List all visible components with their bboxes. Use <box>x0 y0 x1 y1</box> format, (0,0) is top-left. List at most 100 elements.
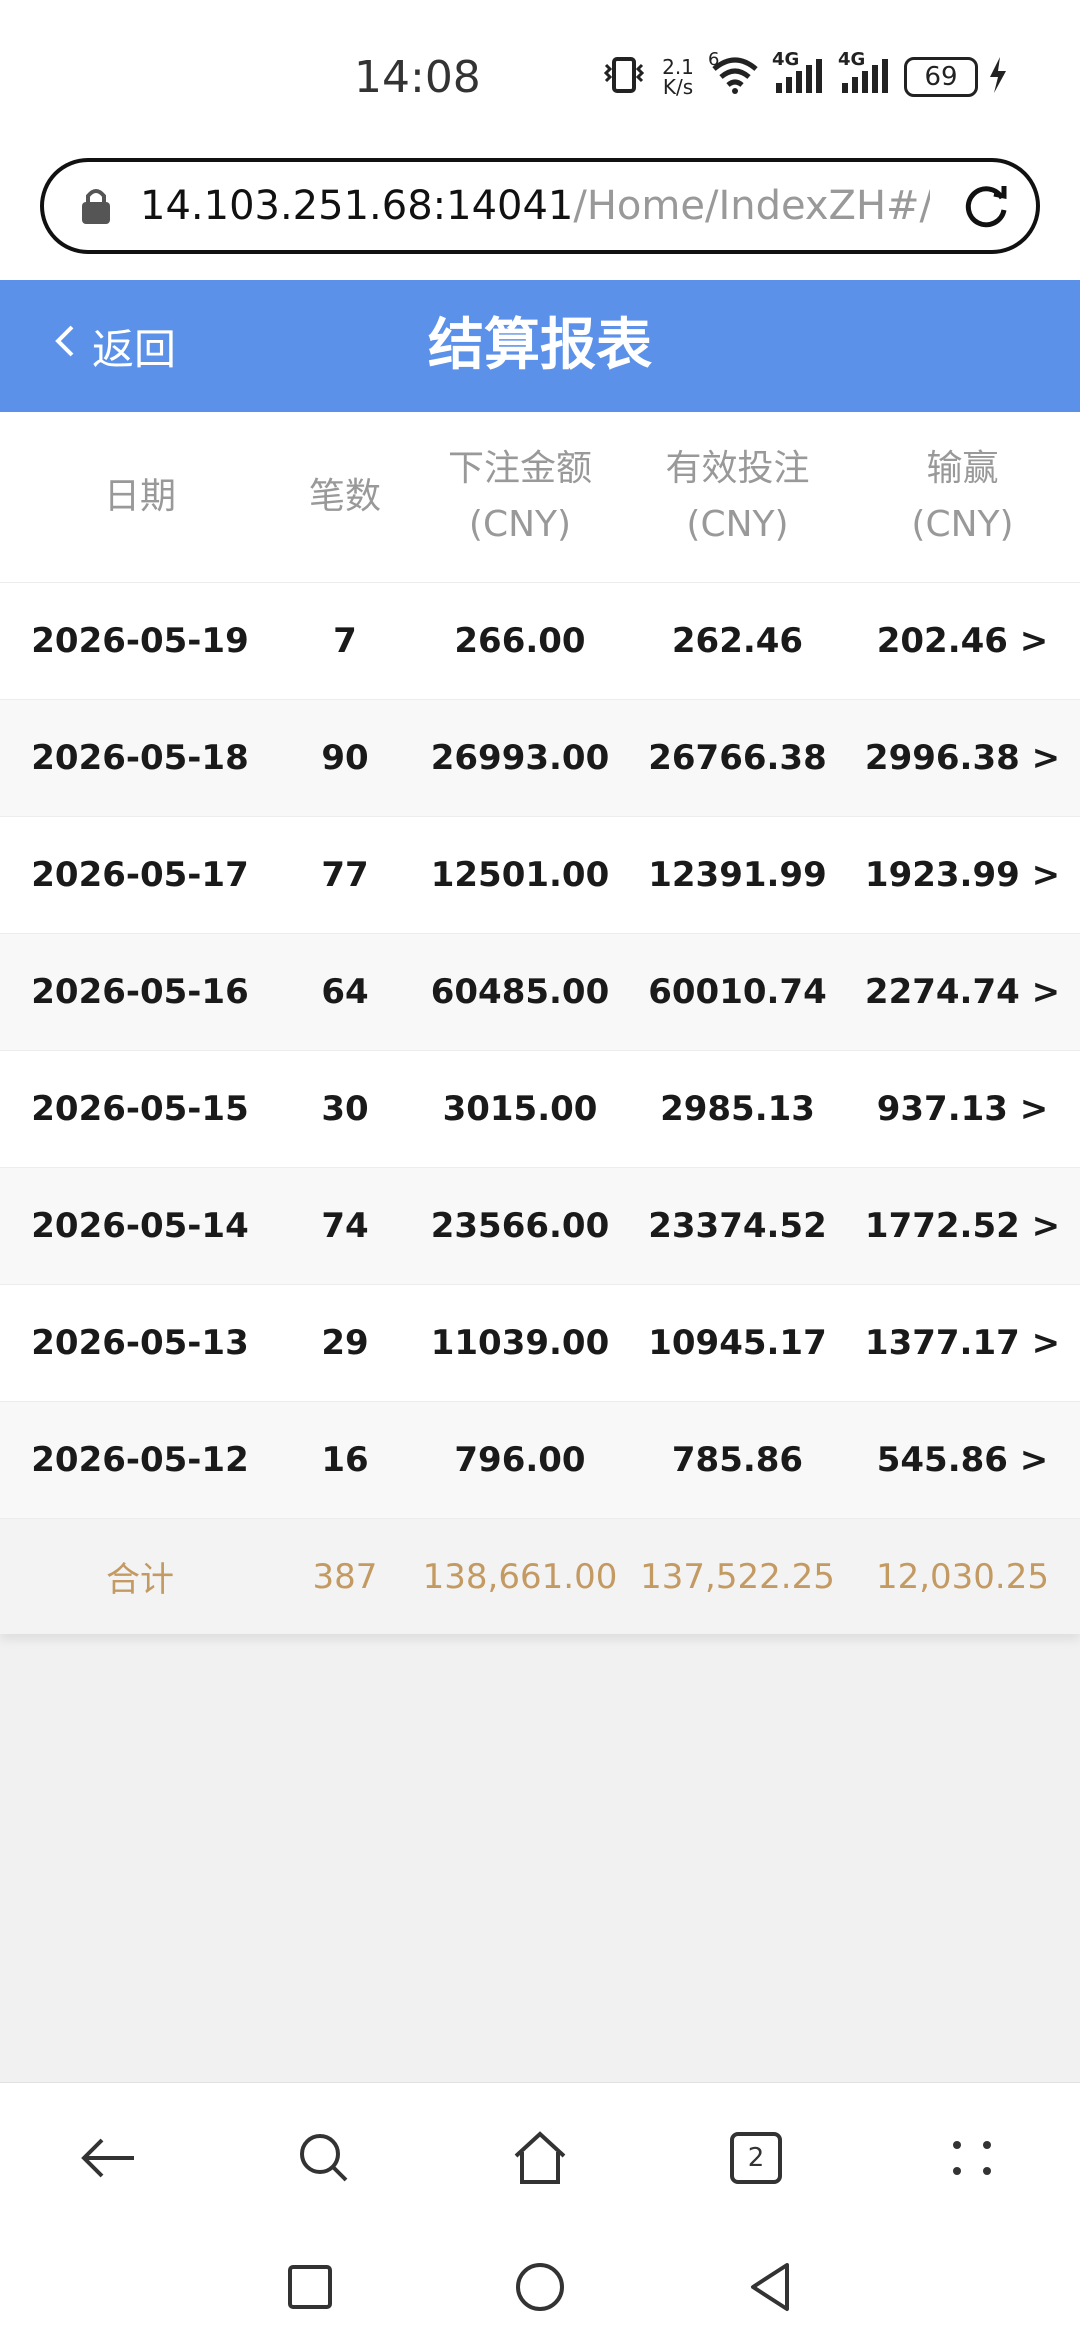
browser-nav-bar: 2 <box>0 2083 1080 2233</box>
cell-date: 2026-05-15 <box>31 1089 249 1129</box>
cell-win-loss: 2996.38 > <box>864 738 1061 778</box>
cell-win-loss: 1923.99 > <box>864 855 1061 895</box>
cell-date: 2026-05-18 <box>31 738 249 778</box>
cell-win-loss: 937.13 > <box>876 1089 1049 1129</box>
menu-button[interactable] <box>932 2118 1012 2198</box>
browser-back-button[interactable] <box>68 2118 148 2198</box>
wifi-icon: 6 <box>708 49 762 99</box>
column-unit: (CNY) <box>911 504 1014 545</box>
net-speed-unit: K/s <box>662 75 694 99</box>
cell-win-loss: 1377.17 > <box>864 1323 1061 1363</box>
cell-valid-bet: 60010.74 <box>648 972 827 1012</box>
home-icon <box>514 2131 566 2184</box>
triangle-back-icon <box>751 2263 789 2311</box>
cell-win-loss: 2274.74 > <box>864 972 1061 1012</box>
recents-button[interactable] <box>280 2257 340 2317</box>
column-unit: (CNY) <box>468 504 572 545</box>
cell-bet: 11039.00 <box>430 1323 610 1363</box>
cell-valid-bet: 262.46 <box>671 621 804 661</box>
wifi-badge: 6 <box>708 49 720 70</box>
battery-indicator: 69 <box>904 57 978 97</box>
column-label: 有效投注 <box>665 448 810 489</box>
home-button[interactable] <box>500 2118 580 2198</box>
url-path: /Home/IndexZH#/sett <box>573 183 930 229</box>
status-time: 14:08 <box>354 52 481 103</box>
table-row[interactable]: 2026-05-14 74 23566.00 23374.52 1772.52 … <box>0 1168 1080 1285</box>
system-back-button[interactable] <box>740 2257 800 2317</box>
cell-count: 74 <box>321 1206 369 1246</box>
cell-count: 16 <box>321 1440 369 1480</box>
square-icon <box>288 2265 332 2309</box>
cell-date: 2026-05-16 <box>31 972 249 1012</box>
table-row[interactable]: 2026-05-17 77 12501.00 12391.99 1923.99 … <box>0 817 1080 934</box>
cell-count: 90 <box>321 738 369 778</box>
table-row[interactable]: 2026-05-15 30 3015.00 2985.13 937.13 > <box>0 1051 1080 1168</box>
circle-icon <box>516 2263 564 2311</box>
charging-icon <box>988 55 1008 99</box>
table-row[interactable]: 2026-05-18 90 26993.00 26766.38 2996.38 … <box>0 700 1080 817</box>
cell-count: 7 <box>333 621 357 661</box>
cell-bet: 26993.00 <box>430 738 610 778</box>
cell-count: 77 <box>321 855 369 895</box>
arrow-left-icon <box>81 2138 134 2178</box>
signal-icon-2: 4G <box>838 49 894 99</box>
cell-bet: 23566.00 <box>430 1206 610 1246</box>
system-home-button[interactable] <box>510 2257 570 2317</box>
signal-label: 4G <box>772 49 800 70</box>
cell-valid-bet: 23374.52 <box>648 1206 827 1246</box>
cell-win-loss: 202.46 > <box>876 621 1049 661</box>
signal-icon: 4G <box>772 49 828 99</box>
column-label: 笔数 <box>308 476 381 517</box>
cell-date: 2026-05-13 <box>31 1323 249 1363</box>
lock-icon <box>78 186 114 226</box>
cell-valid-bet: 26766.38 <box>648 738 827 778</box>
status-icons: 2.1 K/s 6 4G 4G 69 <box>600 49 1008 102</box>
cell-bet: 3015.00 <box>442 1089 598 1129</box>
total-count: 387 <box>312 1556 378 1597</box>
reload-icon[interactable] <box>960 180 1012 232</box>
table-total-row: 合计 387 138,661.00 137,522.25 12,030.25 <box>0 1519 1080 1634</box>
tabs-button[interactable]: 2 <box>716 2118 796 2198</box>
table-row[interactable]: 2026-05-16 64 60485.00 60010.74 2274.74 … <box>0 934 1080 1051</box>
url-text[interactable]: 14.103.251.68:14041/Home/IndexZH#/sett <box>140 183 930 229</box>
search-button[interactable] <box>284 2118 364 2198</box>
column-header-valid-bet: 有效投注 (CNY) <box>630 441 845 553</box>
column-header-bet: 下注金额 (CNY) <box>410 441 630 553</box>
cell-bet: 12501.00 <box>430 855 610 895</box>
total-win-loss: 12,030.25 <box>875 1556 1050 1597</box>
url-host: 14.103.251.68:14041 <box>140 183 574 229</box>
cell-date: 2026-05-12 <box>31 1440 249 1480</box>
column-label: 输赢 <box>926 448 999 489</box>
cell-date: 2026-05-19 <box>31 621 249 661</box>
table-row[interactable]: 2026-05-19 7 266.00 262.46 202.46 > <box>0 583 1080 700</box>
system-nav-bar <box>0 2233 1080 2341</box>
cell-win-loss: 1772.52 > <box>864 1206 1061 1246</box>
column-header-count: 笔数 <box>280 469 410 525</box>
page-title: 结算报表 <box>428 313 652 378</box>
total-label: 合计 <box>106 1560 174 1600</box>
table-row[interactable]: 2026-05-13 29 11039.00 10945.17 1377.17 … <box>0 1285 1080 1402</box>
cell-count: 64 <box>321 972 369 1012</box>
bottom-navigation: 2 <box>0 2082 1080 2341</box>
total-bet: 138,661.00 <box>422 1556 618 1597</box>
cell-valid-bet: 2985.13 <box>660 1089 815 1129</box>
cell-count: 30 <box>321 1089 369 1129</box>
app-header: 返回 结算报表 <box>0 280 1080 412</box>
vibrate-icon <box>600 55 648 99</box>
cell-valid-bet: 785.86 <box>671 1440 804 1480</box>
cell-valid-bet: 10945.17 <box>648 1323 827 1363</box>
cell-bet: 796.00 <box>454 1440 586 1480</box>
cell-date: 2026-05-17 <box>31 855 249 895</box>
column-label: 日期 <box>103 476 176 517</box>
status-bar: 14:08 2.1 K/s 6 4G 4G 69 <box>0 0 1080 150</box>
cell-date: 2026-05-14 <box>31 1206 249 1246</box>
signal-label-2: 4G <box>838 49 866 70</box>
cell-valid-bet: 12391.99 <box>648 855 827 895</box>
cell-bet: 60485.00 <box>430 972 610 1012</box>
column-header-win-loss: 输赢 (CNY) <box>845 441 1080 553</box>
total-valid-bet: 137,522.25 <box>640 1556 835 1597</box>
net-speed: 2.1 K/s <box>658 57 698 97</box>
url-bar[interactable]: 14.103.251.68:14041/Home/IndexZH#/sett <box>40 158 1040 254</box>
table-row[interactable]: 2026-05-12 16 796.00 785.86 545.86 > <box>0 1402 1080 1519</box>
cell-win-loss: 545.86 > <box>876 1440 1049 1480</box>
